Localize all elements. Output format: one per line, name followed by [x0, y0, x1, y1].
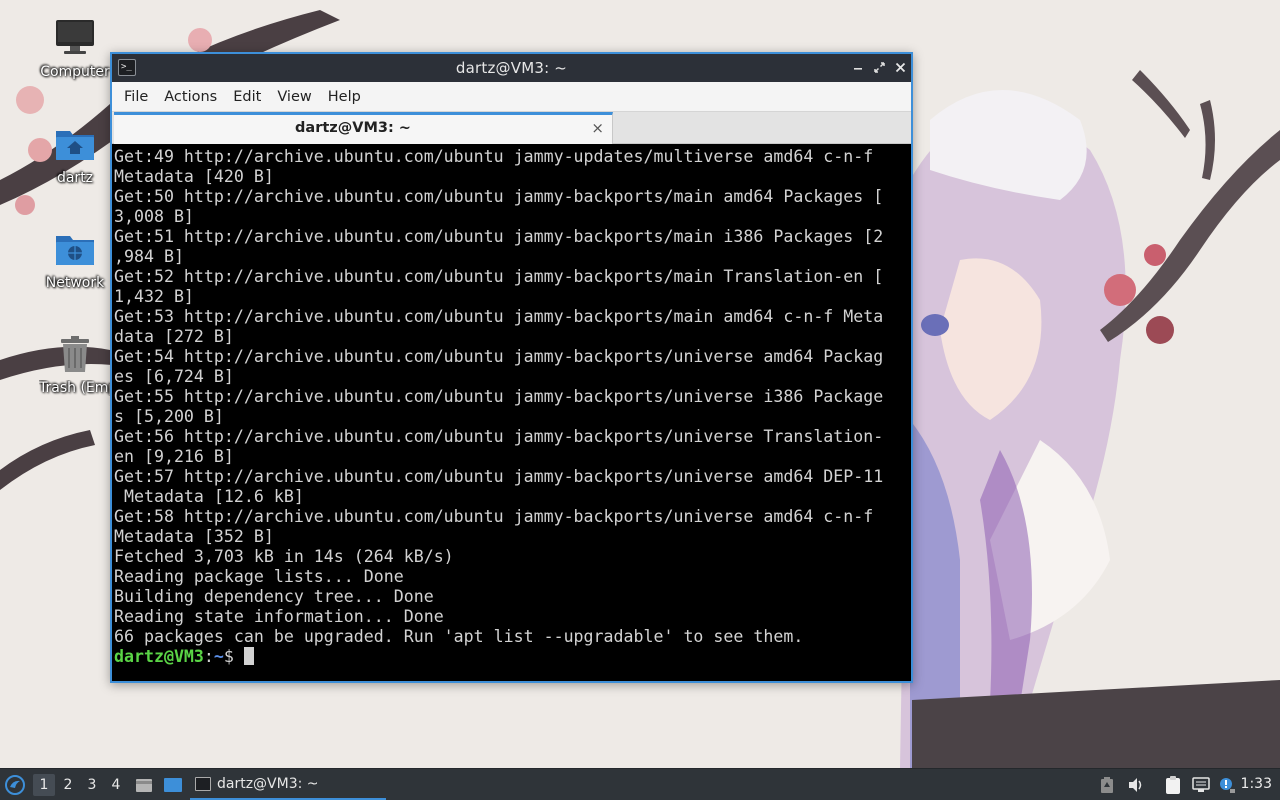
terminal-line: 3,008 B]	[114, 207, 194, 226]
clock[interactable]: 1:33	[1241, 776, 1272, 792]
terminal-output[interactable]: Get:49 http://archive.ubuntu.com/ubuntu …	[112, 144, 911, 681]
terminal-line: Get:53 http://archive.ubuntu.com/ubuntu …	[114, 307, 884, 326]
tab-label: dartz@VM3: ~	[295, 120, 411, 136]
volume-icon	[1129, 778, 1142, 792]
terminal-line: Get:56 http://archive.ubuntu.com/ubuntu …	[114, 427, 884, 446]
terminal-line: ,984 B]	[114, 247, 184, 266]
taskbar: 1 2 3 4 dartz@VM3: ~ 1:33	[0, 768, 1280, 800]
network-icon	[1192, 777, 1210, 792]
tab-bar: dartz@VM3: ~ ×	[112, 112, 911, 144]
terminal-lines: Get:49 http://archive.ubuntu.com/ubuntu …	[114, 147, 911, 647]
terminal-line: Get:57 http://archive.ubuntu.com/ubuntu …	[114, 467, 884, 486]
window-title: dartz@VM3: ~	[455, 59, 568, 77]
computer-icon	[53, 16, 97, 60]
taskbar-window-button[interactable]: dartz@VM3: ~	[190, 770, 386, 800]
file-manager-launcher[interactable]	[134, 775, 154, 795]
network-folder-icon	[53, 227, 97, 271]
terminal-line: s [5,200 B]	[114, 407, 224, 426]
terminal-line: 66 packages can be upgraded. Run 'apt li…	[114, 627, 804, 646]
text-cursor	[243, 647, 254, 665]
workspace-4-button[interactable]: 4	[105, 774, 127, 796]
terminal-line: 1,432 B]	[114, 287, 194, 306]
desktop-icon-computer[interactable]: Computer	[39, 16, 111, 80]
desktop-icon-label: Trash (Empty)	[39, 380, 111, 396]
terminal-line: Metadata [420 B]	[114, 167, 274, 186]
desktop-icon-network[interactable]: Network	[39, 227, 111, 291]
workspace-3-button[interactable]: 3	[81, 774, 103, 796]
file-manager-icon	[136, 779, 152, 792]
terminal-line: Get:49 http://archive.ubuntu.com/ubuntu …	[114, 147, 874, 166]
minimize-button[interactable]	[849, 58, 867, 76]
terminal-line: es [6,724 B]	[114, 367, 234, 386]
menu-bar: File Actions Edit View Help	[112, 82, 911, 112]
terminal-line: Get:58 http://archive.ubuntu.com/ubuntu …	[114, 507, 874, 526]
workspace-1-button[interactable]: 1	[33, 774, 55, 796]
menu-edit[interactable]: Edit	[225, 82, 269, 112]
maximize-button[interactable]	[870, 58, 888, 76]
terminal-line: Get:51 http://archive.ubuntu.com/ubuntu …	[114, 227, 884, 246]
maximize-icon	[873, 61, 885, 73]
volume-tray-button[interactable]	[1126, 775, 1146, 795]
tab-terminal[interactable]: dartz@VM3: ~ ×	[114, 112, 613, 144]
terminal-line: Get:52 http://archive.ubuntu.com/ubuntu …	[114, 267, 884, 286]
show-desktop-icon	[164, 778, 182, 792]
notification-icon	[1220, 778, 1235, 793]
desktop-icon-trash[interactable]: Trash (Empty)	[39, 332, 111, 396]
desktop-icon-home[interactable]: dartz	[39, 122, 111, 186]
network-tray-button[interactable]	[1190, 775, 1212, 795]
close-button[interactable]	[891, 58, 909, 76]
desktop-icon-label: dartz	[56, 170, 94, 186]
terminal-line: Building dependency tree... Done	[114, 587, 434, 606]
prompt-path: ~	[213, 647, 224, 666]
battery-icon	[1101, 777, 1113, 793]
desktop-icon-label: Network	[45, 275, 105, 291]
terminal-line: Fetched 3,703 kB in 14s (264 kB/s)	[114, 547, 454, 566]
lubuntu-logo-icon	[5, 775, 25, 795]
battery-tray-button[interactable]	[1098, 775, 1116, 795]
window-titlebar[interactable]: >_ dartz@VM3: ~	[112, 54, 911, 82]
tab-close-icon[interactable]: ×	[591, 119, 604, 137]
terminal-line: data [272 B]	[114, 327, 234, 346]
show-desktop-button[interactable]	[162, 775, 184, 795]
terminal-app-icon	[195, 777, 211, 791]
menu-view[interactable]: View	[269, 82, 319, 112]
clipboard-tray-button[interactable]	[1162, 775, 1184, 795]
terminal-prompt-line[interactable]: dartz@VM3:~$	[114, 647, 911, 667]
workspace-2-button[interactable]: 2	[57, 774, 79, 796]
terminal-line: Get:50 http://archive.ubuntu.com/ubuntu …	[114, 187, 884, 206]
terminal-line: Metadata [352 B]	[114, 527, 274, 546]
home-folder-icon	[53, 122, 97, 166]
menu-help[interactable]: Help	[320, 82, 369, 112]
start-menu-button[interactable]	[4, 774, 26, 796]
close-icon	[895, 62, 905, 72]
terminal-line: Get:54 http://archive.ubuntu.com/ubuntu …	[114, 347, 884, 366]
terminal-line: Reading state information... Done	[114, 607, 444, 626]
terminal-line: en [9,216 B]	[114, 447, 234, 466]
terminal-line: Metadata [12.6 kB]	[114, 487, 304, 506]
desktop-icon-label: Computer	[40, 64, 110, 80]
prompt-colon: :	[203, 647, 214, 666]
taskbar-window-label: dartz@VM3: ~	[217, 776, 319, 792]
minimize-icon	[854, 68, 862, 70]
terminal-window[interactable]: >_ dartz@VM3: ~ File Actions Edit View H…	[110, 52, 913, 683]
clipboard-icon	[1166, 776, 1180, 794]
prompt-symbol: $	[223, 647, 234, 666]
trash-icon	[53, 332, 97, 376]
menu-file[interactable]: File	[116, 82, 156, 112]
notification-tray-button[interactable]	[1216, 775, 1238, 795]
menu-actions[interactable]: Actions	[156, 82, 225, 112]
terminal-line: Reading package lists... Done	[114, 567, 404, 586]
terminal-line: Get:55 http://archive.ubuntu.com/ubuntu …	[114, 387, 884, 406]
prompt-user-host: dartz@VM3	[114, 647, 204, 666]
